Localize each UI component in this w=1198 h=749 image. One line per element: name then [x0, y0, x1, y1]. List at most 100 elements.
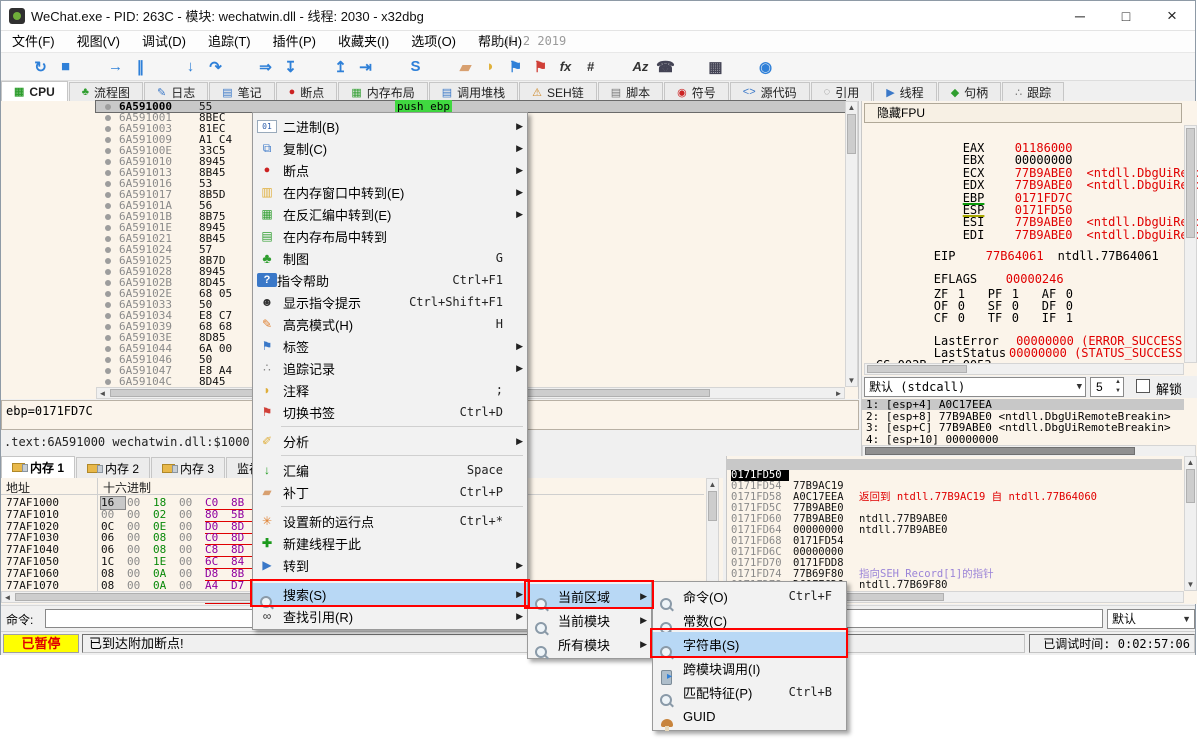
- menu-item[interactable]: GUID: [653, 704, 846, 728]
- breakpoint-dot-icon[interactable]: [105, 357, 111, 363]
- view-tab[interactable]: ● 断点: [276, 82, 338, 101]
- breakpoint-dot-icon[interactable]: [105, 203, 111, 209]
- view-tab[interactable]: ◉ 符号: [664, 82, 729, 101]
- menu-item[interactable]: ✳ 设置新的运行点 Ctrl+*: [253, 510, 527, 532]
- scroll-thumb[interactable]: [1186, 469, 1195, 503]
- menubar-item[interactable]: 文件(F): [1, 31, 66, 53]
- menu-item[interactable]: ▥ 在内存窗口中转到(E) ▶: [253, 181, 527, 203]
- argument-row[interactable]: 1: [esp+4] A0C17EEA: [862, 399, 1184, 410]
- toolbar-button[interactable]: [603, 55, 628, 79]
- menu-item[interactable]: 搜索(S) ▶: [253, 583, 527, 605]
- scroll-thumb[interactable]: [708, 491, 717, 521]
- toolbar-button[interactable]: fx: [553, 55, 578, 79]
- view-tab[interactable]: ▦ 内存布局: [338, 82, 427, 101]
- breakpoint-dot-icon[interactable]: [105, 291, 111, 297]
- toolbar-button[interactable]: ⚑: [528, 55, 553, 79]
- menu-item[interactable]: 01 二进制(B) ▶: [253, 115, 527, 137]
- view-tab[interactable]: ▤ 调用堆栈: [429, 82, 518, 101]
- menu-item[interactable]: 常数(C): [653, 608, 846, 632]
- breakpoint-dot-icon[interactable]: [105, 159, 111, 165]
- toolbar-button[interactable]: [153, 55, 178, 79]
- toolbar-button[interactable]: #: [578, 55, 603, 79]
- breakpoint-dot-icon[interactable]: [105, 324, 111, 330]
- breakpoint-dot-icon[interactable]: [105, 368, 111, 374]
- toolbar-button[interactable]: ↷: [203, 55, 228, 79]
- breakpoint-dot-icon[interactable]: [105, 115, 111, 121]
- menu-item[interactable]: ◗ 注释 ;: [253, 379, 527, 401]
- menu-item[interactable]: 字符串(S): [653, 632, 846, 656]
- command-combobox[interactable]: 默认 ▼: [1107, 609, 1195, 629]
- breakpoint-dot-icon[interactable]: [105, 214, 111, 220]
- stack-row[interactable]: 0171FD78 00000000: [727, 569, 1182, 580]
- scroll-up-arrow[interactable]: ▲: [707, 479, 718, 490]
- menu-item[interactable]: ∴ 追踪记录 ▶: [253, 357, 527, 379]
- stack-row[interactable]: 0171FD68 00000000: [727, 525, 1182, 536]
- toolbar-button[interactable]: [428, 55, 453, 79]
- toolbar-button[interactable]: S: [403, 55, 428, 79]
- menu-item[interactable]: ? 指令帮助 Ctrl+F1: [253, 269, 527, 291]
- argument-row[interactable]: 3: [esp+C] 77B9ABE0 <ntdll.DbgUiRemoteBr…: [862, 422, 1184, 433]
- menu-item[interactable]: ⚑ 标签 ▶: [253, 335, 527, 357]
- view-tab[interactable]: ♣ 流程图: [69, 82, 143, 101]
- menu-item[interactable]: ⚑ 切换书签 Ctrl+D: [253, 401, 527, 423]
- toolbar-button[interactable]: Az: [628, 55, 653, 79]
- maximize-button[interactable]: □: [1103, 1, 1149, 31]
- menu-item[interactable]: ↓ 汇编 Space: [253, 459, 527, 481]
- menu-item[interactable]: [253, 423, 527, 430]
- view-tab[interactable]: ⚠ SEH链: [519, 82, 597, 101]
- registers-horizontal-scrollbar[interactable]: [864, 363, 1184, 375]
- stack-row[interactable]: 0171FD58 77B9ABE0 ntdll.77B9ABE0: [727, 481, 1182, 492]
- breakpoint-dot-icon[interactable]: [105, 379, 111, 385]
- menu-item[interactable]: 当前模块 ▶: [528, 608, 651, 632]
- breakpoint-dot-icon[interactable]: [105, 236, 111, 242]
- view-tab[interactable]: <> 源代码: [730, 82, 810, 101]
- breakpoint-dot-icon[interactable]: [105, 192, 111, 198]
- menu-item[interactable]: ▤ 在内存布局中转到: [253, 225, 527, 247]
- menu-item[interactable]: ▶ 转到 ▶: [253, 554, 527, 576]
- argument-row[interactable]: 2: [esp+8] 77B9ABE0 <ntdll.DbgUiRemoteBr…: [862, 411, 1184, 422]
- toolbar-button[interactable]: ↓: [178, 55, 203, 79]
- toolbar-button[interactable]: ■: [53, 55, 78, 79]
- menu-item[interactable]: ▦ 在反汇编中转到(E) ▶: [253, 203, 527, 225]
- stack-row[interactable]: 0171FD70 77B69F80 ntdll.77B69F80: [727, 547, 1182, 558]
- breakpoint-dot-icon[interactable]: [105, 269, 111, 275]
- scroll-thumb[interactable]: [1186, 128, 1195, 238]
- menu-item[interactable]: ♣ 制图 G: [253, 247, 527, 269]
- menu-item[interactable]: [253, 503, 527, 510]
- toolbar-button[interactable]: [728, 55, 753, 79]
- breakpoint-dot-icon[interactable]: [105, 225, 111, 231]
- breakpoint-dot-icon[interactable]: [105, 170, 111, 176]
- menubar-item[interactable]: 追踪(T): [197, 31, 262, 53]
- stack-row[interactable]: 0171FD64 0171FD54: [727, 514, 1182, 525]
- menubar-item[interactable]: 视图(V): [66, 31, 131, 53]
- stack-row[interactable]: 0171FD74 D60FE6D6: [727, 558, 1182, 569]
- stack-row[interactable]: 0171FD50 77B9AC19 返回到 ntdll.77B9AC19 自 n…: [727, 459, 1182, 470]
- breakpoint-dot-icon[interactable]: [105, 280, 111, 286]
- bottom-tab[interactable]: 内存 2: [76, 457, 150, 478]
- breakpoint-dot-icon[interactable]: [105, 137, 111, 143]
- breakpoint-dot-icon[interactable]: [105, 126, 111, 132]
- view-tab[interactable]: ✎ 日志: [144, 82, 208, 101]
- toolbar-button[interactable]: ↻: [28, 55, 53, 79]
- view-tab[interactable]: ◌ 引用: [811, 82, 873, 101]
- menu-item[interactable]: ∞ 查找引用(R) ▶: [253, 605, 527, 627]
- view-tab[interactable]: ▶ 线程: [873, 82, 936, 101]
- breakpoint-dot-icon[interactable]: [105, 346, 111, 352]
- stack-row[interactable]: 0171FD54 A0C17EEA: [727, 470, 1182, 481]
- menu-item[interactable]: 跨模块调用(I): [653, 656, 846, 680]
- scroll-left-arrow[interactable]: ◄: [97, 388, 108, 399]
- toolbar-button[interactable]: [303, 55, 328, 79]
- scroll-down-arrow[interactable]: ▼: [846, 375, 857, 386]
- spinner-arrows-icon[interactable]: ▲▼: [1115, 378, 1121, 396]
- scroll-thumb[interactable]: [865, 447, 1135, 455]
- breakpoint-dot-icon[interactable]: [105, 313, 111, 319]
- scroll-right-arrow[interactable]: ►: [833, 388, 844, 399]
- menubar-item[interactable]: 收藏夹(I): [327, 31, 400, 53]
- scroll-thumb[interactable]: [847, 114, 856, 154]
- menu-item[interactable]: 命令(O) Ctrl+F: [653, 584, 846, 608]
- breakpoint-dot-icon[interactable]: [105, 247, 111, 253]
- toolbar-button[interactable]: ↥: [328, 55, 353, 79]
- toolbar-button[interactable]: →: [103, 55, 128, 79]
- dump-vertical-scrollbar[interactable]: ▲ ▼: [706, 478, 719, 591]
- arg-count-spinner[interactable]: 5 ▲▼: [1090, 377, 1124, 397]
